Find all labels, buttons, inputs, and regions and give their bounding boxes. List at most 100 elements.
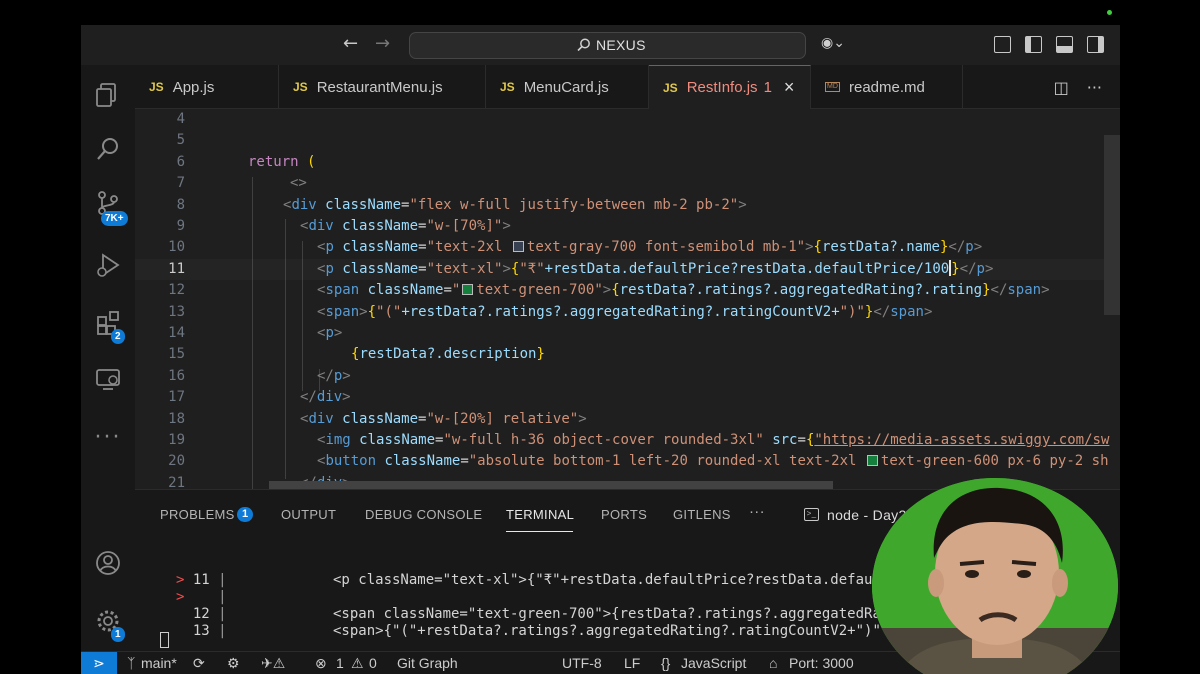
color-swatch[interactable] (462, 284, 474, 296)
tab-restinfo-js[interactable]: JS RestInfo.js 1 × (649, 65, 811, 109)
tab-label: readme.md (849, 78, 925, 96)
tab-readme-md[interactable]: MD readme.md (811, 65, 963, 109)
problems-badge: 1 (237, 507, 254, 522)
language-braces-icon: {} (661, 655, 671, 671)
tab-terminal[interactable]: TERMINAL (506, 507, 574, 522)
terminal-line: > | (176, 589, 227, 605)
line-number: 14 (168, 325, 185, 341)
color-swatch[interactable] (512, 241, 524, 253)
toggle-panel-icon[interactable] (1056, 36, 1073, 53)
tab-problems[interactable]: PROBLEMS (160, 507, 235, 522)
code-text: <p> (317, 325, 343, 341)
line-number: 16 (168, 367, 185, 384)
code-text: <span>{"("+restData?.ratings?.aggregated… (317, 303, 933, 320)
line-number: 8 (176, 196, 185, 213)
terminal-cursor (160, 632, 169, 648)
git-branch-icon: ᛉ (127, 655, 136, 671)
code-text: <span className=" text-green-700">{restDa… (317, 282, 1050, 299)
search-icon[interactable] (81, 127, 135, 171)
line-number: 17 (168, 389, 185, 406)
code-editor[interactable]: 4 5 6 return ( 7 <> 8 <div className="flex … (135, 109, 1120, 489)
sync-icon[interactable]: ⟳ (193, 655, 205, 672)
manage-gear-icon[interactable]: 1 (81, 599, 135, 643)
tab-label: RestaurantMenu.js (316, 78, 443, 96)
code-text: <div className="w-[20%] relative"> (300, 410, 587, 427)
error-count[interactable]: 1 (336, 655, 344, 671)
code-line: 4 (135, 109, 1120, 130)
code-line: 20 <button className="absolute bottom-1 l… (135, 451, 1120, 472)
pull-requests-icon[interactable]: ⚙ (227, 655, 240, 672)
code-line: 5 (135, 130, 1120, 151)
code-line: 13 <span>{"("+restData?.ratings?.aggregat… (135, 302, 1120, 323)
tab-output[interactable]: OUTPUT (281, 507, 336, 522)
javascript-file-icon: JS (293, 80, 308, 94)
code-text: <div className="w-[70%]"> (300, 218, 511, 234)
arrow-left-icon[interactable]: ← (343, 33, 358, 55)
line-number: 18 (168, 410, 185, 427)
recording-indicator (1107, 10, 1112, 15)
terminal-line-text: <span>{"("+restData?.ratings?.aggregated… (333, 623, 881, 639)
javascript-file-icon: JS (149, 80, 164, 94)
horizontal-scrollbar[interactable] (269, 481, 833, 489)
tab-gitlens[interactable]: GITLENS (673, 507, 731, 522)
launch-warning-icon[interactable]: ✈⚠ (261, 655, 285, 672)
code-text: </div> (300, 389, 351, 406)
run-debug-icon[interactable] (81, 243, 135, 287)
more-actions-icon[interactable]: ··· (1087, 78, 1102, 97)
remote-explorer-icon[interactable] (81, 357, 135, 401)
copilot-icon[interactable]: ◉⌄ (821, 35, 845, 51)
warning-count[interactable]: 0 (369, 655, 377, 671)
code-line: 16 </p> (135, 366, 1120, 387)
title-bar: ← → NEXUS ◉⌄ (81, 25, 1120, 65)
command-center-search[interactable]: NEXUS (409, 32, 806, 59)
line-number: 7 (176, 175, 185, 192)
javascript-file-icon: JS (500, 80, 515, 94)
tab-ports[interactable]: PORTS (601, 507, 647, 522)
vertical-scrollbar[interactable] (1104, 135, 1120, 315)
tab-debug-console[interactable]: DEBUG CONSOLE (365, 507, 482, 522)
close-icon[interactable]: × (784, 77, 795, 98)
code-line: 19 <img className="w-full h-36 object-cov… (135, 430, 1120, 451)
javascript-file-icon: JS (663, 80, 678, 95)
tab-label: App.js (172, 78, 215, 96)
code-text: <img className="w-full h-36 object-cover… (317, 432, 1110, 448)
live-server-port[interactable]: Port: 3000 (789, 655, 854, 671)
workspace-name: NEXUS (596, 37, 646, 53)
code-line: 18 <div className="w-[20%] relative"> (135, 409, 1120, 430)
warning-icon[interactable]: ⚠ (351, 655, 364, 672)
terminal-line: 13 | (192, 623, 227, 639)
toggle-primary-sidebar-icon[interactable] (1025, 36, 1042, 53)
activity-bar: 7K+ 2 ··· 1 (81, 65, 135, 651)
accounts-icon[interactable] (81, 541, 135, 585)
encoding[interactable]: UTF-8 (562, 655, 602, 671)
toggle-secondary-sidebar-icon[interactable] (1087, 36, 1104, 53)
source-control-icon[interactable]: 7K+ (81, 181, 135, 226)
code-text: return ( (248, 153, 316, 170)
line-number: 12 (168, 282, 185, 299)
branch-name[interactable]: main* (141, 655, 177, 671)
color-swatch[interactable] (866, 455, 878, 467)
customize-layout-icon[interactable] (994, 36, 1011, 53)
error-icon[interactable]: ⊗ (315, 655, 327, 672)
more-icon[interactable]: ··· (81, 415, 135, 459)
git-graph-link[interactable]: Git Graph (397, 655, 458, 671)
remote-indicator-icon[interactable]: ⋗ (81, 652, 117, 674)
arrow-right-icon[interactable]: → (375, 33, 390, 55)
broadcast-icon: ⌂ (769, 655, 778, 671)
tab-app-js[interactable]: JS App.js (135, 65, 279, 109)
line-number: 19 (168, 432, 185, 448)
language-mode[interactable]: JavaScript (681, 655, 746, 671)
terminal-line-text: <p className="text-xl">{"₹"+restData.def… (333, 572, 898, 588)
code-line: 9 <div className="w-[70%]"> (135, 216, 1120, 237)
tab-restaurantmenu-js[interactable]: JS RestaurantMenu.js (279, 65, 486, 109)
line-number: 11 (168, 260, 185, 277)
extensions-icon[interactable]: 2 (81, 301, 135, 345)
code-text: {restData?.description} (351, 346, 545, 363)
line-number: 9 (176, 218, 185, 234)
manage-badge: 1 (111, 627, 125, 642)
split-editor-icon[interactable]: ◫ (1054, 78, 1069, 97)
tab-menucard-js[interactable]: JS MenuCard.js (486, 65, 649, 109)
end-of-line[interactable]: LF (624, 655, 640, 671)
explorer-icon[interactable] (81, 73, 135, 117)
more-icon[interactable]: ··· (749, 503, 765, 520)
